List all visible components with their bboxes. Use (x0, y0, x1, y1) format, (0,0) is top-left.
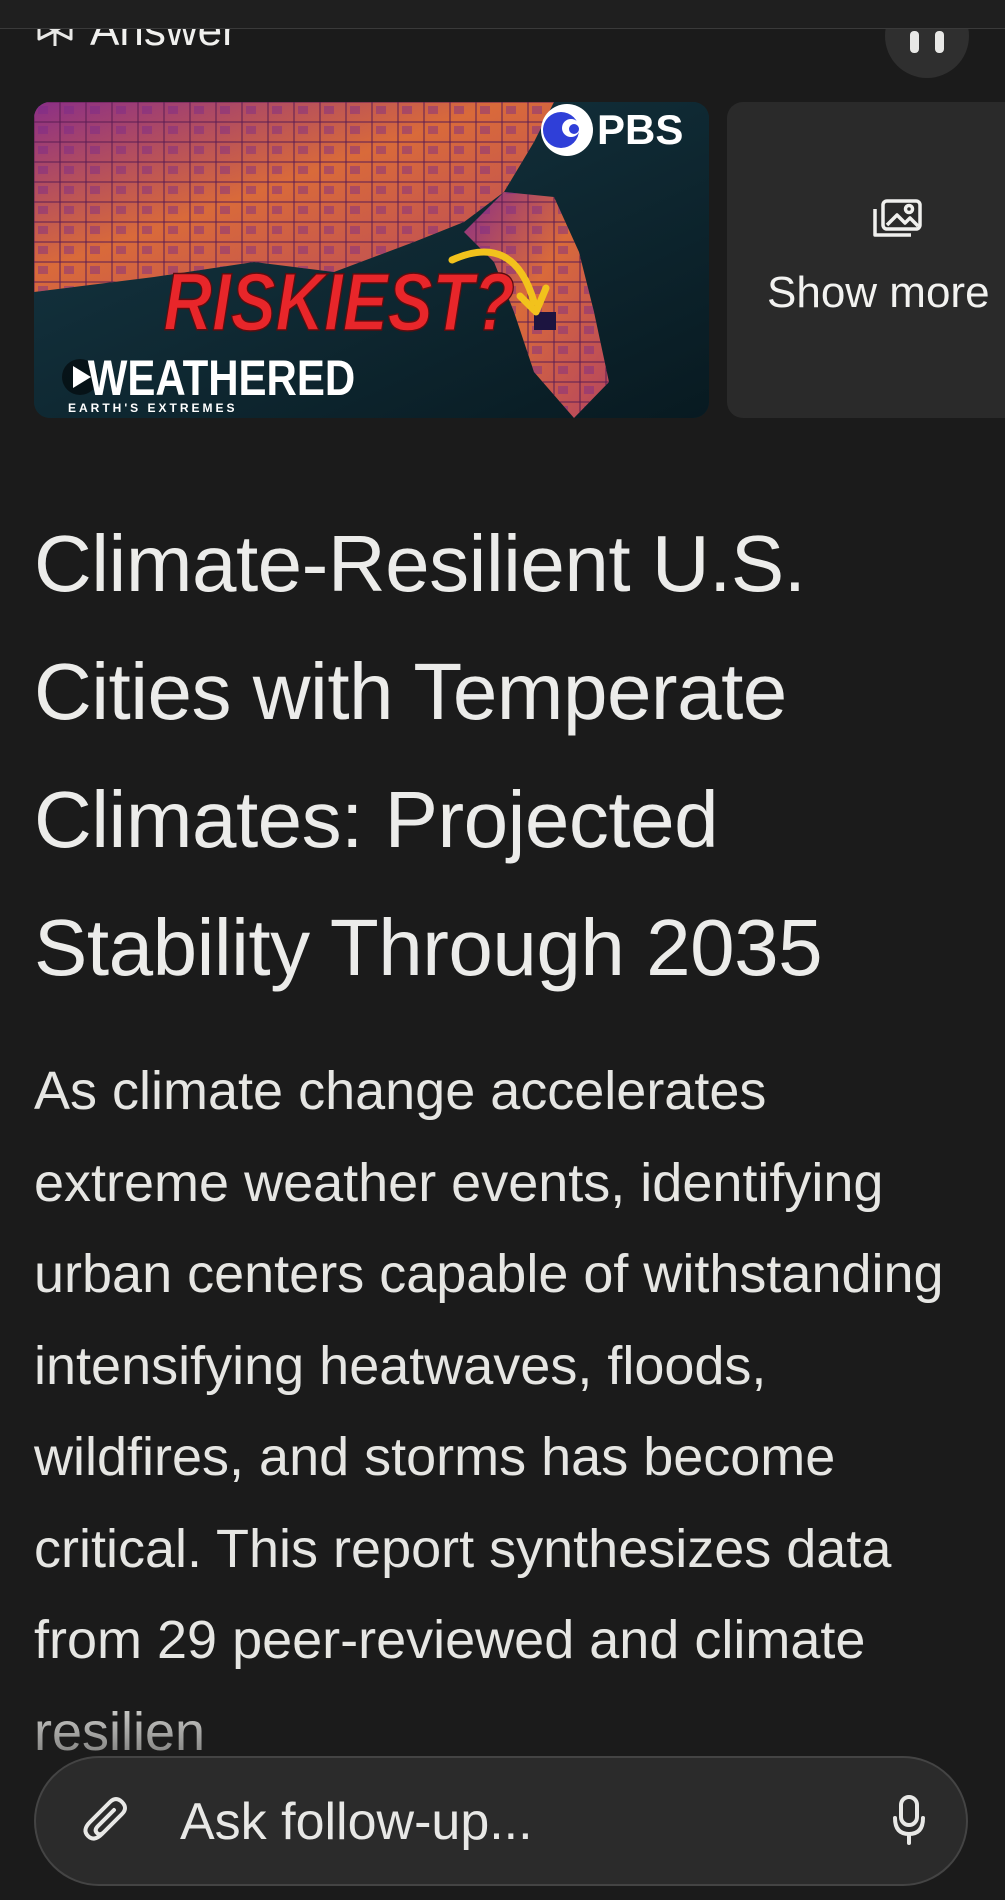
media-row: PBS RISKIEST? WEATHERED EARTH'S EXTREMES… (34, 102, 1005, 418)
microphone-icon[interactable] (892, 1794, 926, 1851)
map-thumbnail-image: PBS RISKIEST? WEATHERED EARTH'S EXTREMES (34, 102, 709, 418)
show-more-label: Show more (767, 268, 990, 317)
follow-up-input[interactable]: Ask follow-up... (34, 1756, 968, 1886)
video-thumbnail[interactable]: PBS RISKIEST? WEATHERED EARTH'S EXTREMES (34, 102, 709, 418)
video-headline: RISKIEST? (164, 256, 515, 348)
answer-title: Climate-Resilient U.S. Cities with Tempe… (34, 519, 823, 992)
headphones-icon (907, 29, 947, 60)
video-show-title: WEATHERED (88, 350, 355, 406)
paperclip-icon[interactable] (82, 1796, 132, 1853)
top-bar (0, 0, 1005, 29)
answer-body: As climate change accelerates extreme we… (34, 1061, 944, 1762)
video-show-subtitle: EARTH'S EXTREMES (68, 401, 238, 415)
gallery-icon (869, 198, 923, 245)
show-more-card[interactable]: Show more (727, 102, 1005, 418)
follow-up-placeholder: Ask follow-up... (180, 1793, 533, 1851)
channel-logo: PBS (597, 106, 683, 153)
